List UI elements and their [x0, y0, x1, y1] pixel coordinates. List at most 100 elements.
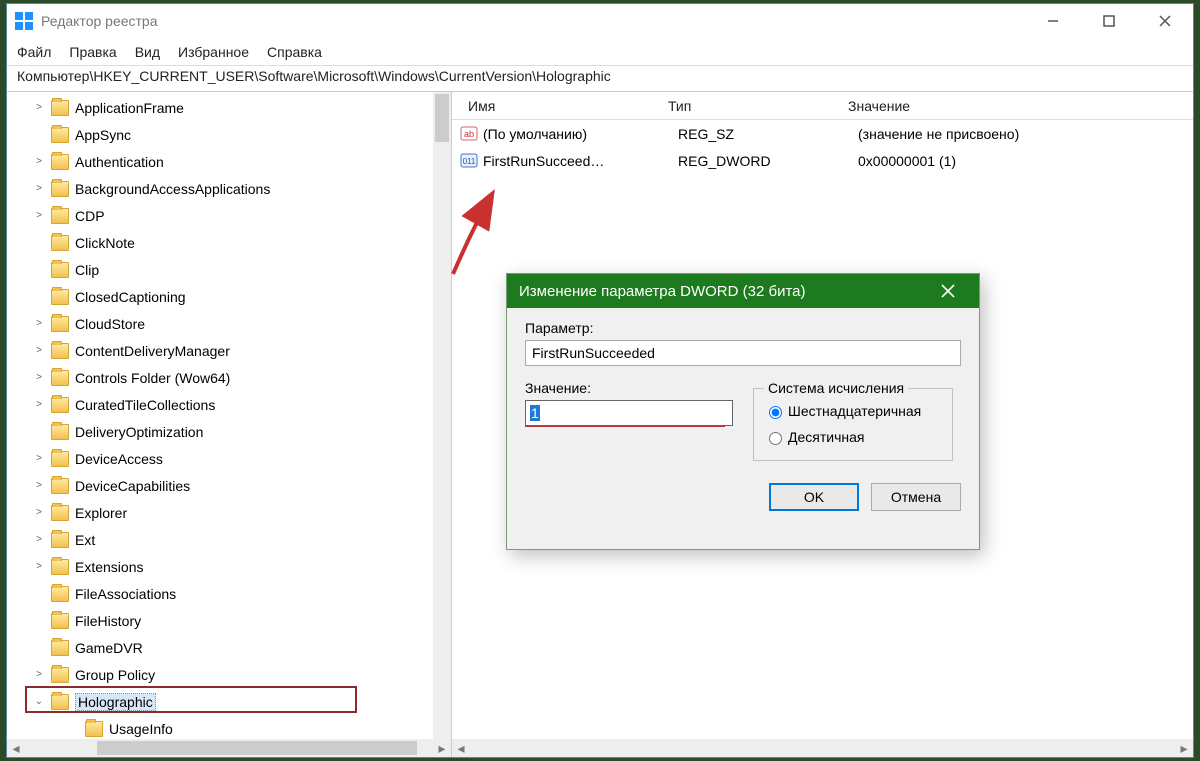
folder-icon [51, 208, 69, 224]
menubar: Файл Правка Вид Избранное Справка [7, 38, 1193, 66]
tree-item-label: DeviceAccess [75, 451, 163, 467]
dialog-title: Изменение параметра DWORD (32 бита) [519, 283, 806, 300]
tree-item[interactable]: > ApplicationFrame [11, 94, 433, 121]
tree-item[interactable]: >Authentication [11, 148, 433, 175]
radio-hex-input[interactable] [769, 406, 782, 419]
value-row[interactable]: 011FirstRunSucceed…REG_DWORD0x00000001 (… [460, 147, 1193, 174]
tree-horizontal-scrollbar[interactable]: ◂ ▸ [7, 739, 451, 757]
regedit-icon [15, 12, 33, 30]
col-header-type[interactable]: Тип [660, 98, 840, 114]
tree-item[interactable]: DeliveryOptimization [11, 418, 433, 445]
tree-item[interactable]: >Explorer [11, 499, 433, 526]
tree-item-label: Extensions [75, 559, 143, 575]
tree-expand-icon[interactable]: > [31, 156, 47, 167]
param-label: Параметр: [525, 320, 961, 336]
tree-item-label: CloudStore [75, 316, 145, 332]
tree-item-label: FileHistory [75, 613, 141, 629]
tree-expand-icon[interactable]: > [31, 534, 47, 545]
cell-name: (По умолчанию) [483, 126, 678, 142]
tree-pane: >ApplicationFrameAppSync>Authentication>… [7, 92, 452, 757]
tree-expand-icon[interactable]: > [31, 318, 47, 329]
cell-name: FirstRunSucceed… [483, 153, 678, 169]
folder-icon [51, 127, 69, 143]
tree-item[interactable]: >DeviceCapabilities [11, 472, 433, 499]
values-list[interactable]: ab(По умолчанию)REG_SZ(значение не присв… [452, 120, 1193, 174]
tree-expand-icon[interactable]: > [31, 210, 47, 221]
tree-item[interactable]: >Controls Folder (Wow64) [11, 364, 433, 391]
values-horizontal-scrollbar[interactable]: ◂ ▸ [452, 739, 1193, 757]
tree-item-label: CDP [75, 208, 105, 224]
tree-item[interactable]: FileHistory [11, 607, 433, 634]
menu-file[interactable]: Файл [17, 44, 51, 60]
tree-item[interactable]: > BackgroundAccessApplications [11, 175, 433, 202]
tree-item[interactable]: > Group Policy [11, 661, 433, 688]
tree-item[interactable]: > DeviceAccess [11, 445, 433, 472]
address-bar[interactable]: Компьютер\HKEY_CURRENT_USER\Software\Mic… [7, 66, 1193, 92]
tree-expand-icon[interactable]: > [31, 669, 47, 680]
cell-type: REG_SZ [678, 126, 858, 142]
tree-item[interactable]: >CuratedTileCollections [11, 391, 433, 418]
tree-expand-icon[interactable]: > [31, 183, 47, 194]
tree-expand-icon[interactable]: > [31, 561, 47, 572]
tree-item[interactable]: GameDVR [11, 634, 433, 661]
minimize-button[interactable] [1025, 4, 1081, 38]
tree-expand-icon[interactable]: > [31, 507, 47, 518]
tree-expand-icon[interactable]: > [31, 399, 47, 410]
menu-edit[interactable]: Правка [69, 44, 116, 60]
tree-item[interactable]: Clip [11, 256, 433, 283]
tree-item-label: AppSync [75, 127, 131, 143]
tree-item-label: BackgroundAccessApplications [75, 181, 270, 197]
scroll-right-icon[interactable]: ▸ [1175, 739, 1193, 757]
cancel-button[interactable]: Отмена [871, 483, 961, 511]
tree-expand-icon[interactable]: > [31, 102, 47, 113]
tree-item-label: Group Policy [75, 667, 155, 683]
radio-hex[interactable]: Шестнадцатеричная [764, 398, 942, 424]
folder-icon [51, 154, 69, 170]
dialog-titlebar: Изменение параметра DWORD (32 бита) [507, 274, 979, 308]
tree-vertical-scrollbar[interactable] [433, 92, 451, 739]
tree-item[interactable]: FileAssociations [11, 580, 433, 607]
cell-value: (значение не присвоено) [858, 126, 1193, 142]
tree-expand-icon[interactable]: > [31, 345, 47, 356]
tree-item[interactable]: > Extensions [11, 553, 433, 580]
tree-item-label: ClickNote [75, 235, 135, 251]
folder-icon [51, 424, 69, 440]
ok-button[interactable]: OK [769, 483, 859, 511]
tree-item[interactable]: > Ext [11, 526, 433, 553]
col-header-name[interactable]: Имя [460, 98, 660, 114]
tree-expand-icon[interactable]: > [31, 453, 47, 464]
col-header-value[interactable]: Значение [840, 98, 1193, 114]
menu-view[interactable]: Вид [135, 44, 160, 60]
folder-icon [51, 586, 69, 602]
scroll-right-icon[interactable]: ▸ [433, 739, 451, 757]
tree-item[interactable]: > CDP [11, 202, 433, 229]
folder-icon [51, 235, 69, 251]
tree-item[interactable]: ⌄Holographic [11, 688, 433, 715]
tree-item[interactable]: AppSync [11, 121, 433, 148]
tree-item[interactable]: >ContentDeliveryManager [11, 337, 433, 364]
value-input[interactable]: 1 [525, 400, 733, 426]
reg-dword-icon: 011 [460, 153, 478, 168]
value-row[interactable]: ab(По умолчанию)REG_SZ(значение не присв… [460, 120, 1193, 147]
tree-view[interactable]: >ApplicationFrameAppSync>Authentication>… [7, 92, 433, 739]
scroll-left-icon[interactable]: ◂ [7, 739, 25, 757]
radio-dec-input[interactable] [769, 432, 782, 445]
maximize-button[interactable] [1081, 4, 1137, 38]
tree-item[interactable]: ClickNote [11, 229, 433, 256]
tree-item-label: Ext [75, 532, 95, 548]
folder-icon [51, 478, 69, 494]
tree-item-label: ApplicationFrame [75, 100, 184, 116]
menu-help[interactable]: Справка [267, 44, 322, 60]
tree-item[interactable]: > CloudStore [11, 310, 433, 337]
tree-item[interactable]: ClosedCaptioning [11, 283, 433, 310]
tree-expand-icon[interactable]: > [31, 372, 47, 383]
svg-text:011: 011 [463, 157, 476, 166]
close-button[interactable] [1137, 4, 1193, 38]
radio-dec[interactable]: Десятичная [764, 424, 942, 450]
menu-favorites[interactable]: Избранное [178, 44, 249, 60]
dialog-close-button[interactable] [929, 274, 967, 308]
tree-expand-icon[interactable]: > [31, 480, 47, 491]
tree-item[interactable]: UsageInfo [11, 715, 433, 739]
scroll-left-icon[interactable]: ◂ [452, 739, 470, 757]
tree-expand-icon[interactable]: ⌄ [31, 696, 47, 707]
